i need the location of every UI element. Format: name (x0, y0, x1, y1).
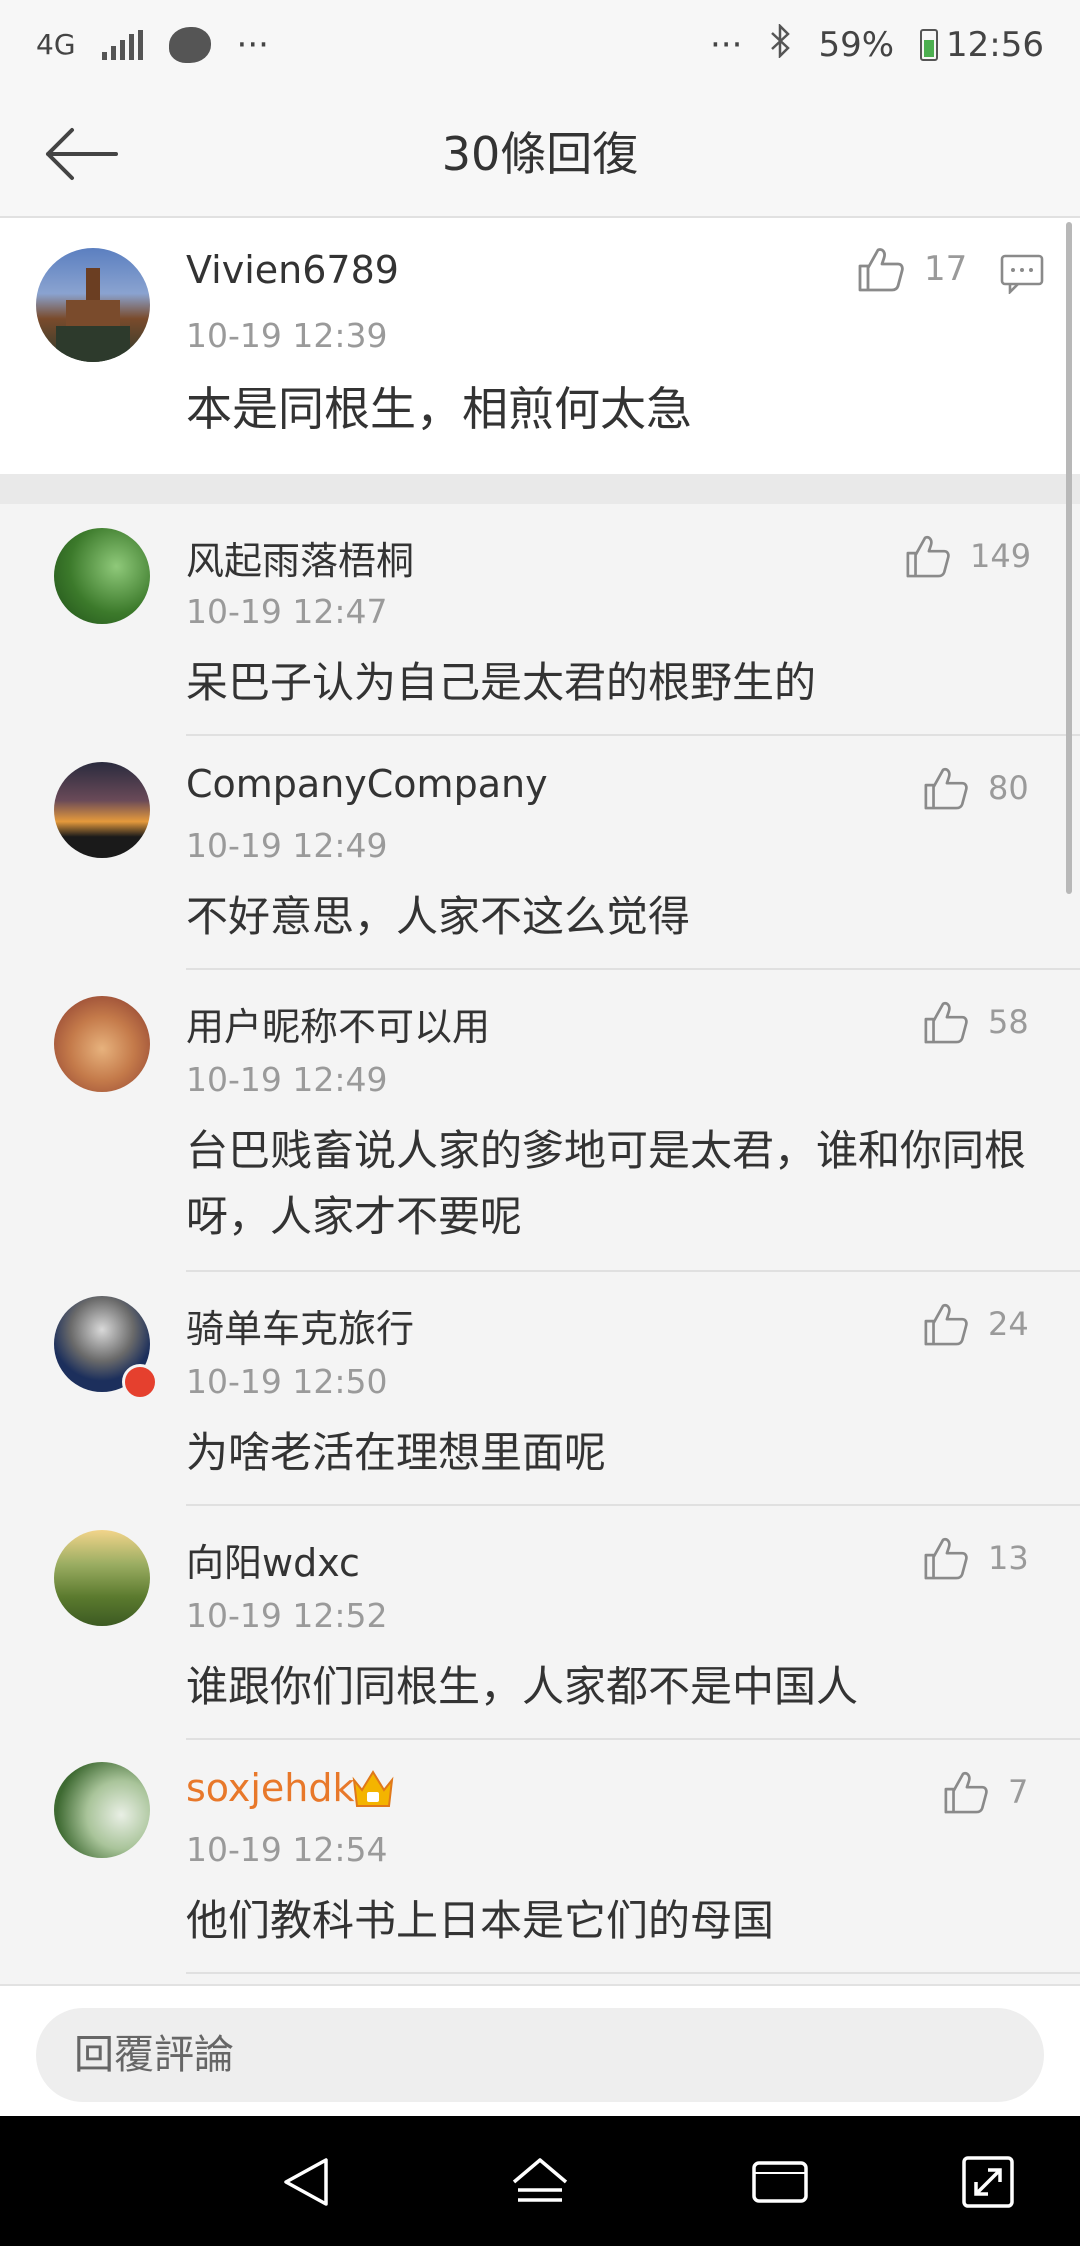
avatar[interactable] (54, 528, 150, 624)
reply-comment-icon[interactable] (1000, 254, 1044, 298)
parent-comment: Vivien6789 10-19 12:39 本是同根生，相煎何太急 17 (0, 218, 1080, 474)
page-title: 30條回復 (441, 127, 639, 181)
comment-timestamp: 10-19 12:47 (186, 592, 388, 631)
avatar[interactable] (54, 1530, 150, 1626)
section-separator (0, 474, 1080, 504)
comment-username[interactable]: Vivien6789 (186, 248, 399, 292)
comment-text: 谁跟你们同根生，人家都不是中国人 (186, 1662, 859, 1711)
more-notifications-icon: ··· (236, 25, 269, 65)
like-button[interactable]: 17 (856, 246, 967, 292)
status-bar: 4G ··· ··· 59% 12:56 (0, 0, 1080, 90)
recent-apps-icon (752, 2161, 808, 2203)
comment-item: 骑单车克旅行 10-19 12:50 为啥老活在理想里面呢 24 (0, 1272, 1080, 1506)
comment-timestamp: 10-19 12:49 (186, 826, 388, 865)
avatar[interactable] (54, 1762, 150, 1858)
bluetooth-icon (768, 22, 792, 67)
thumbs-up-icon (944, 1772, 988, 1814)
like-count: 7 (1008, 1773, 1029, 1811)
avatar[interactable] (54, 996, 150, 1092)
like-count: 17 (924, 249, 968, 289)
nav-recents-button[interactable] (744, 2146, 816, 2218)
triangle-back-icon (284, 2158, 328, 2206)
thumbs-up-icon (906, 536, 950, 578)
system-nav-bar (0, 2116, 1080, 2246)
comment-timestamp: 10-19 12:50 (186, 1362, 388, 1401)
like-count: 58 (988, 1003, 1029, 1041)
comment-username[interactable]: CompanyCompany (186, 762, 548, 806)
like-button[interactable]: 58 (922, 1000, 1029, 1044)
comment-username[interactable]: 向阳wdxc (186, 1532, 360, 1587)
verified-badge-icon (122, 1364, 158, 1400)
like-button[interactable]: 149 (904, 534, 1031, 578)
network-type: 4G (36, 28, 76, 61)
comment-item: soxjehdk 10-19 12:54 他们教科书上日本是它们的母国 7 (0, 1740, 1080, 1974)
comment-text: 台巴贱畜说人家的爹地可是太君，谁和你同根呀，人家才不要呢 (186, 1126, 1027, 1241)
scrollbar[interactable] (1066, 222, 1072, 894)
thumbs-up-icon (924, 1304, 968, 1346)
home-icon (512, 2158, 568, 2202)
like-count: 149 (970, 537, 1032, 575)
thumbs-up-icon (858, 248, 904, 292)
like-count: 24 (988, 1305, 1029, 1343)
comment-username[interactable]: 风起雨落梧桐 (186, 530, 414, 585)
comment-item: 风起雨落梧桐 10-19 12:47 呆巴子认为自己是太君的根野生的 149 (0, 504, 1080, 736)
comment-text: 为啥老活在理想里面呢 (186, 1428, 607, 1477)
comment-item: 向阳wdxc 10-19 12:52 谁跟你们同根生，人家都不是中国人 13 (0, 1506, 1080, 1740)
signal-icon (101, 30, 143, 60)
divider (186, 1972, 1080, 1974)
like-button[interactable]: 80 (922, 766, 1029, 810)
like-count: 80 (988, 769, 1029, 807)
comment-username[interactable]: 骑单车克旅行 (186, 1298, 414, 1353)
avatar[interactable] (54, 762, 150, 858)
more-status-icon: ··· (710, 25, 743, 65)
comment-username[interactable]: 用户昵称不可以用 (186, 996, 490, 1051)
thumbs-up-icon (924, 1002, 968, 1044)
comment-text: 呆巴子认为自己是太君的根野生的 (186, 658, 817, 707)
like-button[interactable]: 7 (942, 1770, 1028, 1814)
battery-icon (920, 29, 939, 61)
thumbs-up-icon (924, 768, 968, 810)
reply-bar: 回覆評論 (0, 1984, 1080, 2116)
nav-home-button[interactable] (504, 2146, 576, 2218)
comment-item: CompanyCompany 10-19 12:49 不好意思，人家不这么觉得 … (0, 736, 1080, 970)
app-notification-icon (168, 27, 211, 63)
like-button[interactable]: 13 (922, 1536, 1029, 1580)
comment-text: 不好意思，人家不这么觉得 (186, 892, 691, 941)
comment-timestamp: 10-19 12:49 (186, 1060, 388, 1099)
comment-text: 他们教科书上日本是它们的母国 (186, 1896, 775, 1945)
battery-percent: 59% (818, 25, 895, 65)
comment-timestamp: 10-19 12:39 (186, 316, 388, 355)
reply-input[interactable]: 回覆評論 (36, 2008, 1044, 2102)
nav-expand-button[interactable] (952, 2146, 1024, 2218)
thumbs-up-icon (924, 1538, 968, 1580)
comment-username[interactable]: soxjehdk (186, 1766, 355, 1810)
clock: 12:56 (946, 25, 1044, 65)
avatar[interactable] (36, 248, 150, 362)
comment-text: 本是同根生，相煎何太急 (186, 382, 692, 436)
comment-timestamp: 10-19 12:52 (186, 1596, 388, 1635)
like-button[interactable]: 24 (922, 1302, 1029, 1346)
crown-badge-icon (350, 1766, 396, 1814)
comment-timestamp: 10-19 12:54 (186, 1830, 388, 1869)
nav-back-button[interactable] (270, 2146, 342, 2218)
like-count: 13 (988, 1539, 1029, 1577)
comment-item: 用户昵称不可以用 10-19 12:49 台巴贱畜说人家的爹地可是太君，谁和你同… (0, 970, 1080, 1272)
header: 30條回復 (0, 90, 1080, 218)
expand-arrows-icon (962, 2156, 1014, 2208)
